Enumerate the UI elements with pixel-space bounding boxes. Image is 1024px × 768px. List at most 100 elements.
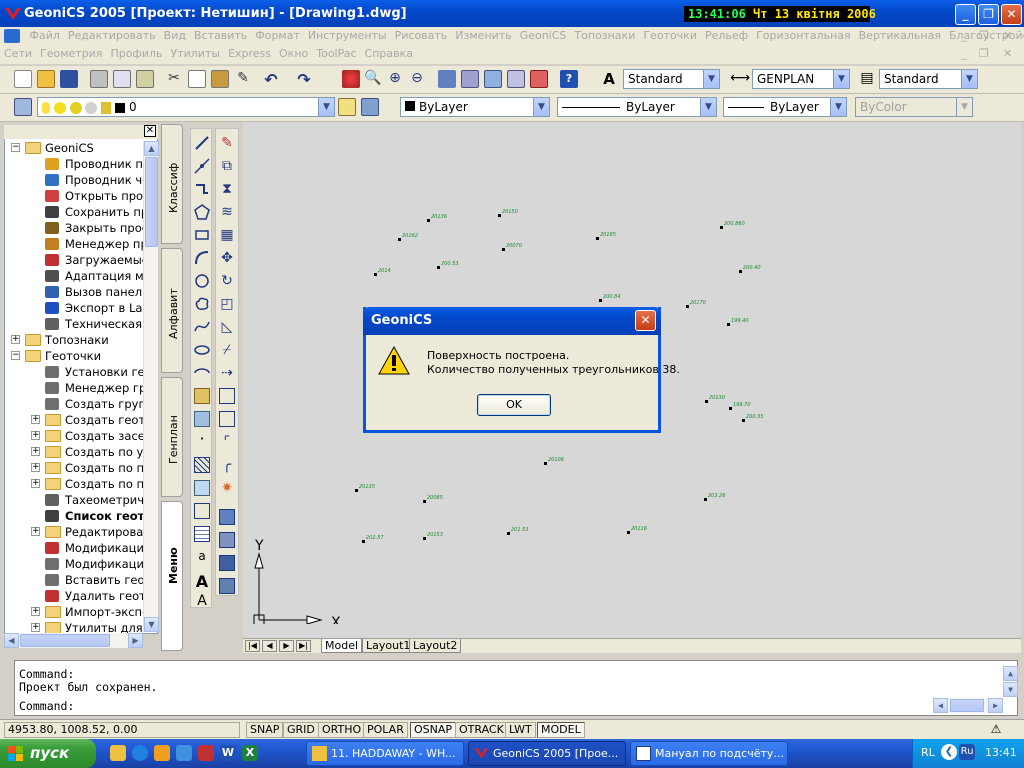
- new-file-icon[interactable]: [14, 70, 32, 88]
- color-select[interactable]: ByLayer ▼: [400, 97, 550, 117]
- quicklaunch-app-icon[interactable]: [198, 745, 214, 761]
- redo-icon[interactable]: ↷: [295, 70, 313, 89]
- geonics-message-dialog[interactable]: GeoniCS ✕ Поверхность построена. Количес…: [363, 307, 680, 433]
- geopoint-marker[interactable]: [729, 407, 732, 410]
- tree-item[interactable]: Техническая по: [5, 316, 145, 332]
- tab-model[interactable]: Model: [321, 639, 363, 653]
- hatch-icon[interactable]: [194, 457, 210, 473]
- tab-klassif[interactable]: Классиф: [161, 124, 183, 244]
- markup-icon[interactable]: [530, 70, 548, 88]
- quicklaunch-winamp-icon[interactable]: [110, 745, 126, 761]
- close-icon[interactable]: ✕: [1003, 29, 1012, 42]
- menu-item[interactable]: Рисовать: [391, 27, 452, 44]
- gradient-icon[interactable]: [194, 480, 210, 496]
- tree-item[interactable]: Сохранить прое: [5, 204, 145, 220]
- language-indicator[interactable]: RL: [921, 746, 935, 759]
- menu-item[interactable]: Изменить: [451, 27, 515, 44]
- menu-item[interactable]: Рельеф: [701, 27, 752, 44]
- expand-icon[interactable]: +: [31, 415, 40, 424]
- scroll-down-icon[interactable]: ▼: [144, 617, 159, 632]
- lineweight-select[interactable]: ByLayer ▼: [723, 97, 847, 117]
- zoom-window-icon[interactable]: ⊕: [386, 70, 404, 88]
- tree-item[interactable]: Модификация ч: [5, 556, 145, 572]
- tree-item[interactable]: + Импорт-экспор: [5, 604, 145, 620]
- publish-icon[interactable]: [136, 70, 154, 88]
- toggle-grid[interactable]: GRID: [283, 722, 319, 738]
- layer-previous-icon[interactable]: [361, 98, 379, 116]
- command-prompt[interactable]: Command:: [19, 699, 74, 713]
- break-icon[interactable]: [219, 388, 235, 404]
- minimize-button[interactable]: _: [955, 4, 976, 25]
- tree-item[interactable]: Модификация Г: [5, 540, 145, 556]
- collapse-icon[interactable]: −: [11, 351, 20, 360]
- revision-cloud-icon[interactable]: [194, 296, 210, 312]
- explode-icon[interactable]: ✷: [219, 480, 235, 496]
- close-icon[interactable]: ✕: [1003, 47, 1012, 60]
- geopoint-marker[interactable]: [374, 273, 377, 276]
- scroll-right-icon[interactable]: ▶: [988, 698, 1003, 713]
- tree-item[interactable]: Экспорт в Land: [5, 300, 145, 316]
- tree-item[interactable]: + Редактировать: [5, 524, 145, 540]
- dialog-close-button[interactable]: ✕: [635, 310, 656, 331]
- tree-item[interactable]: Адаптация мен: [5, 268, 145, 284]
- ellipse-icon[interactable]: [194, 342, 210, 358]
- menu-item[interactable]: Формат: [251, 27, 304, 44]
- command-horizontal-scrollbar[interactable]: ◀ ▶: [933, 698, 1003, 713]
- document-icon[interactable]: [4, 29, 20, 43]
- tab-layout2[interactable]: Layout2: [409, 639, 462, 653]
- task-geonics[interactable]: GeoniCS 2005 [Прое...: [468, 741, 626, 766]
- menu-item[interactable]: Инструменты: [304, 27, 391, 44]
- quicklaunch-desktop-icon[interactable]: [176, 745, 192, 761]
- toggle-osnap[interactable]: OSNAP: [410, 722, 457, 738]
- multiline-text-icon[interactable]: a: [194, 549, 210, 565]
- tree-item[interactable]: + Создать по пов: [5, 476, 145, 492]
- geopoint-marker[interactable]: [705, 400, 708, 403]
- geopoint-marker[interactable]: [423, 500, 426, 503]
- paste-icon[interactable]: [211, 70, 229, 88]
- expand-icon[interactable]: +: [31, 479, 40, 488]
- close-button[interactable]: ✕: [1001, 4, 1022, 25]
- arc-icon[interactable]: [194, 250, 210, 266]
- properties-icon[interactable]: [438, 70, 456, 88]
- trim-icon[interactable]: ⌿: [219, 342, 235, 358]
- make-block-icon[interactable]: [194, 411, 210, 427]
- scroll-left-icon[interactable]: ◀: [4, 633, 19, 648]
- tree-item[interactable]: − GeoniCS: [5, 140, 145, 156]
- first-tab-icon[interactable]: |◀: [245, 640, 260, 652]
- tree-item[interactable]: Список геоточ: [5, 508, 145, 524]
- task-manual[interactable]: Мануал по подсчёту...: [630, 741, 788, 766]
- tree-item[interactable]: + Создать геоточ: [5, 412, 145, 428]
- geopoint-marker[interactable]: [686, 305, 689, 308]
- keyboard-layout-indicator[interactable]: Ru: [959, 744, 975, 760]
- chevron-down-icon[interactable]: ▼: [700, 98, 716, 116]
- geopoint-marker[interactable]: [507, 532, 510, 535]
- toggle-polar[interactable]: POLAR: [363, 722, 408, 738]
- geopoint-marker[interactable]: [423, 537, 426, 540]
- menu-item[interactable]: Профиль: [106, 45, 166, 62]
- menu-item[interactable]: Геоточки: [639, 27, 701, 44]
- chamfer-icon[interactable]: ⌜: [219, 434, 235, 450]
- communication-center-icon[interactable]: ⚠: [986, 722, 1006, 738]
- freeze-icon[interactable]: [85, 101, 98, 114]
- menu-item[interactable]: Файл: [26, 27, 64, 44]
- geopoint-marker[interactable]: [355, 489, 358, 492]
- menu-item[interactable]: Вертикальная: [855, 27, 945, 44]
- stretch-icon[interactable]: ◺: [219, 319, 235, 335]
- tab-layout1[interactable]: Layout1: [362, 639, 415, 653]
- menu-item[interactable]: Справка: [361, 45, 417, 62]
- fillet-icon[interactable]: ╭: [219, 457, 235, 473]
- tree-item[interactable]: Проводник черт: [5, 172, 145, 188]
- tree-item[interactable]: + Создать по при: [5, 460, 145, 476]
- menu-item[interactable]: Вставить: [190, 27, 251, 44]
- rectangle-icon[interactable]: [194, 227, 210, 243]
- prev-tab-icon[interactable]: ◀: [262, 640, 277, 652]
- tab-menu[interactable]: Меню: [161, 501, 183, 651]
- geopoint-marker[interactable]: [739, 270, 742, 273]
- geopoint-marker[interactable]: [437, 266, 440, 269]
- tree-item[interactable]: + Создать по укл: [5, 444, 145, 460]
- toggle-otrack[interactable]: OTRACK: [455, 722, 508, 738]
- tree-item[interactable]: Менеджер прое: [5, 236, 145, 252]
- menu-item[interactable]: GeoniCS: [516, 27, 571, 44]
- geopoint-marker[interactable]: [362, 540, 365, 543]
- extend-icon[interactable]: ⇢: [219, 365, 235, 381]
